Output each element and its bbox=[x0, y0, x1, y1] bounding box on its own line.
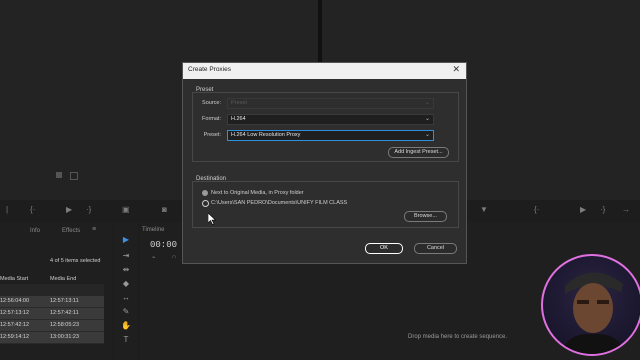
linked-selection-icon[interactable]: ∩ bbox=[172, 254, 176, 260]
play-icon[interactable]: ▶ bbox=[580, 205, 586, 214]
mouse-cursor-icon bbox=[208, 213, 216, 225]
selection-tool-icon[interactable]: ▶ bbox=[120, 234, 132, 246]
panel-menu-icon[interactable]: ≡ bbox=[92, 226, 96, 233]
webcam-overlay bbox=[541, 254, 640, 356]
media-start-cell: 12:57:13:12 bbox=[0, 310, 30, 316]
camera-icon[interactable]: ◙ bbox=[162, 205, 167, 214]
step-back-icon[interactable]: | bbox=[6, 205, 8, 214]
chevron-down-icon: ⌄ bbox=[424, 116, 430, 122]
table-row[interactable]: 12:57:13:12 12:57:42:11 bbox=[0, 308, 104, 320]
tab-effects[interactable]: Effects bbox=[62, 228, 80, 234]
chevron-down-icon: ⌄ bbox=[424, 100, 430, 106]
step-forward-icon[interactable]: ·} bbox=[86, 205, 91, 214]
go-to-in-icon[interactable]: {· bbox=[534, 205, 539, 214]
media-start-cell: 12:57:42:12 bbox=[0, 322, 30, 328]
play-icon[interactable]: ▶ bbox=[66, 205, 72, 214]
dest-option-1-label[interactable]: Next to Original Media, in Proxy folder bbox=[211, 190, 304, 196]
mark-in-icon[interactable]: ▼ bbox=[480, 205, 488, 214]
media-end-cell: 12:57:13:11 bbox=[50, 298, 79, 304]
format-value: H.264 bbox=[231, 116, 246, 122]
dest-option-2-label[interactable]: C:\Users\SAN PEDRO\Documents\UNIFY FILM … bbox=[211, 200, 347, 206]
radio-custom-path[interactable] bbox=[202, 200, 209, 207]
table-row[interactable]: 12:56:04:00 12:57:13:11 bbox=[0, 296, 104, 308]
ripple-edit-icon[interactable]: ⇹ bbox=[120, 264, 132, 276]
cancel-button[interactable]: Cancel bbox=[414, 243, 457, 254]
media-start-cell: 12:56:04:00 bbox=[0, 298, 30, 304]
format-label: Format: bbox=[202, 116, 221, 122]
selection-count: 4 of 5 items selected bbox=[50, 258, 101, 264]
preset-select[interactable]: H.264 Low Resolution Proxy ⌄ bbox=[227, 130, 434, 141]
mark-in-icon[interactable]: {· bbox=[30, 205, 35, 214]
settings-icon[interactable] bbox=[56, 172, 62, 178]
column-media-end[interactable]: Media End bbox=[50, 276, 76, 282]
media-end-cell: 13:00:31:23 bbox=[50, 334, 80, 340]
chevron-down-icon: ⌄ bbox=[424, 132, 430, 138]
create-proxies-dialog: Create Proxies ✕ Preset Source: Preset ⌄… bbox=[182, 62, 467, 264]
hand-tool-icon[interactable]: ✋ bbox=[120, 320, 132, 332]
media-start-cell: 12:59:14:12 bbox=[0, 334, 30, 340]
media-end-cell: 12:57:42:11 bbox=[50, 310, 79, 316]
timeline-timecode[interactable]: 00:00 bbox=[150, 240, 177, 250]
insert-icon[interactable]: ▣ bbox=[122, 205, 130, 214]
ok-button[interactable]: OK bbox=[365, 243, 403, 254]
dialog-title: Create Proxies bbox=[188, 66, 231, 73]
pen-tool-icon[interactable]: ✎ bbox=[120, 306, 132, 318]
slip-tool-icon[interactable]: ↔ bbox=[120, 292, 132, 304]
go-to-out-icon[interactable]: → bbox=[622, 205, 630, 214]
razor-tool-icon[interactable]: ◆ bbox=[120, 278, 132, 290]
preset-value: H.264 Low Resolution Proxy bbox=[231, 132, 301, 138]
dialog-titlebar[interactable]: Create Proxies ✕ bbox=[183, 63, 466, 79]
table-row[interactable]: 12:57:42:12 12:58:05:23 bbox=[0, 320, 104, 332]
source-select: Preset ⌄ bbox=[227, 98, 434, 109]
column-divider bbox=[0, 284, 104, 296]
tab-timeline[interactable]: Timeline bbox=[142, 227, 164, 233]
tab-info[interactable]: Info bbox=[30, 228, 40, 234]
presenter-image bbox=[561, 272, 625, 354]
column-media-start[interactable]: Media Start bbox=[0, 276, 28, 282]
table-row[interactable]: 12:59:14:12 13:00:31:23 bbox=[0, 332, 104, 344]
track-select-icon[interactable]: ⇥ bbox=[120, 250, 132, 262]
preset-label: Preset: bbox=[203, 132, 221, 138]
step-forward-icon[interactable]: ·} bbox=[600, 205, 605, 214]
snap-icon[interactable]: ⌁ bbox=[152, 254, 156, 261]
close-icon[interactable]: ✕ bbox=[452, 64, 460, 75]
browse-button[interactable]: Browse... bbox=[404, 211, 447, 222]
radio-next-to-original[interactable] bbox=[202, 190, 208, 196]
program-transport-controls: ▼ {· ▶ ·} → bbox=[470, 205, 640, 217]
export-frame-icon[interactable] bbox=[70, 172, 78, 180]
media-end-cell: 12:58:05:23 bbox=[50, 322, 80, 328]
drop-hint: Drop media here to create sequence. bbox=[408, 334, 508, 340]
format-select[interactable]: H.264 ⌄ bbox=[227, 114, 434, 125]
add-ingest-preset-button[interactable]: Add Ingest Preset... bbox=[388, 147, 449, 158]
source-value: Preset bbox=[231, 100, 247, 106]
source-label: Source: bbox=[202, 100, 221, 106]
type-tool-icon[interactable]: T bbox=[120, 334, 132, 346]
